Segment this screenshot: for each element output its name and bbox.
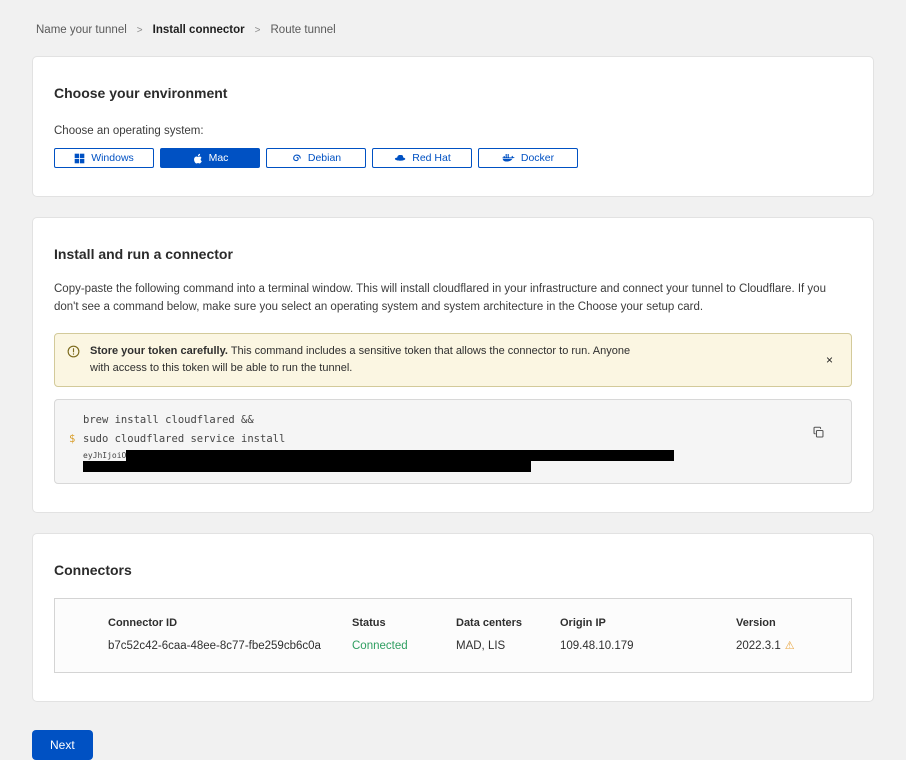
copy-icon[interactable]	[810, 424, 827, 444]
token-warning-bold: Store your token carefully.	[90, 345, 228, 357]
data-centers-value: MAD, LIS	[456, 640, 560, 652]
os-button-docker[interactable]: Docker	[478, 148, 578, 168]
card-title: Connectors	[54, 562, 852, 578]
os-button-label: Windows	[91, 152, 134, 164]
column-header-data-centers: Data centers	[456, 617, 560, 629]
choose-environment-card: Choose your environment Choose an operat…	[32, 56, 874, 197]
version-warning-icon: ⚠	[785, 640, 795, 652]
os-button-row: Windows Mac Debian Red Hat Docker	[54, 148, 852, 168]
os-button-label: Debian	[308, 152, 341, 164]
install-description: Copy-paste the following command into a …	[54, 280, 852, 317]
card-title: Install and run a connector	[54, 246, 852, 262]
command-line-2-group: sudo cloudflared service install eyJhIjo…	[83, 430, 674, 472]
install-connector-card: Install and run a connector Copy-paste t…	[32, 217, 874, 513]
os-select-label: Choose an operating system:	[54, 125, 852, 137]
origin-ip-value: 109.48.10.179	[560, 640, 736, 652]
redhat-icon	[393, 153, 406, 163]
page: Name your tunnel > Install connector > R…	[0, 0, 906, 760]
status-badge: Connected	[352, 640, 456, 652]
windows-icon	[74, 153, 85, 164]
token-prefix: eyJhIjoiO	[83, 451, 126, 460]
os-button-label: Docker	[521, 152, 554, 164]
close-icon[interactable]: ×	[820, 351, 839, 369]
next-button[interactable]: Next	[32, 730, 93, 760]
token-warning-callout: Store your token carefully. This command…	[54, 333, 852, 387]
column-header-connector-id: Connector ID	[108, 617, 352, 629]
os-button-debian[interactable]: Debian	[266, 148, 366, 168]
redacted-token-bar	[83, 461, 531, 472]
token-line	[83, 461, 674, 472]
breadcrumb-item-install-connector[interactable]: Install connector	[153, 24, 245, 36]
command-line-2: sudo cloudflared service install	[83, 430, 674, 449]
column-header-status: Status	[352, 617, 456, 629]
column-header-origin-ip: Origin IP	[560, 617, 736, 629]
token-warning-text: Store your token carefully. This command…	[90, 343, 650, 377]
breadcrumb-item-route-tunnel[interactable]: Route tunnel	[271, 24, 336, 36]
connector-id-value: b7c52c42-6caa-48ee-8c77-fbe259cb6c0a	[108, 640, 352, 652]
column-header-version: Version	[736, 617, 835, 629]
os-button-windows[interactable]: Windows	[54, 148, 154, 168]
os-button-label: Red Hat	[412, 152, 451, 164]
command-prompt: $	[69, 430, 83, 472]
version-value: 2022.3.1 ⚠	[736, 639, 835, 652]
os-button-mac[interactable]: Mac	[160, 148, 260, 168]
connectors-table: Connector ID Status Data centers Origin …	[54, 598, 852, 673]
table-header-row: Connector ID Status Data centers Origin …	[108, 617, 835, 629]
redacted-token-bar	[126, 450, 674, 461]
breadcrumb-separator: >	[137, 25, 143, 36]
breadcrumb-item-name-your-tunnel[interactable]: Name your tunnel	[36, 24, 127, 36]
command-block: brew install cloudflared && $ sudo cloud…	[54, 399, 852, 484]
table-row: b7c52c42-6caa-48ee-8c77-fbe259cb6c0a Con…	[108, 639, 835, 652]
card-title: Choose your environment	[54, 85, 852, 101]
prompt-spacer	[69, 411, 83, 430]
command-line-1: brew install cloudflared &&	[83, 411, 254, 430]
version-number: 2022.3.1	[736, 640, 781, 652]
breadcrumb-separator: >	[255, 25, 261, 36]
apple-icon	[192, 152, 203, 165]
debian-icon	[291, 153, 302, 164]
alert-circle-icon	[67, 345, 80, 364]
connectors-card: Connectors Connector ID Status Data cent…	[32, 533, 874, 702]
breadcrumb: Name your tunnel > Install connector > R…	[32, 0, 874, 56]
token-line: eyJhIjoiO	[83, 450, 674, 461]
docker-icon	[502, 153, 515, 163]
os-button-redhat[interactable]: Red Hat	[372, 148, 472, 168]
os-button-label: Mac	[209, 152, 229, 164]
